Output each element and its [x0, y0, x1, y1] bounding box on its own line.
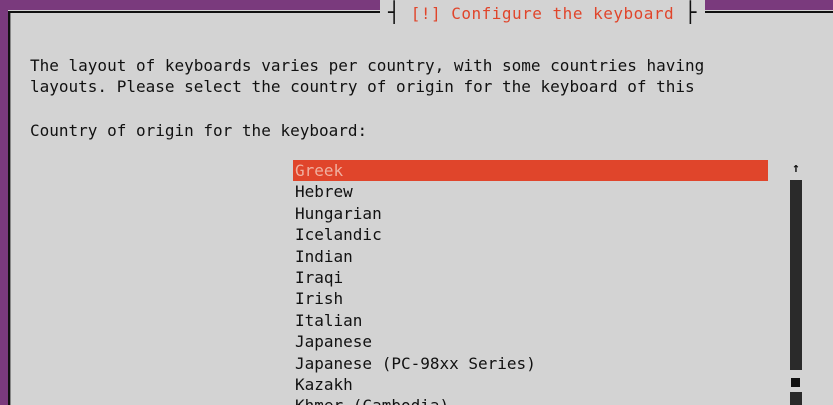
country-option[interactable]: Icelandic [293, 224, 768, 245]
country-list[interactable]: Greek Hebrew Hungarian Icelandic Indian Iraqi… [293, 160, 768, 405]
country-option[interactable]: Italian [293, 310, 768, 331]
country-option[interactable]: Greek [293, 160, 768, 182]
country-option[interactable]: Kazakh [293, 374, 768, 395]
country-option[interactable]: Iraqi [293, 267, 768, 288]
scrollbar-thumb[interactable] [791, 378, 800, 387]
scrollbar-gap [790, 370, 802, 378]
scroll-up-arrow-icon[interactable]: ↑ [791, 162, 801, 176]
title-left-bracket: ┤ [388, 0, 401, 24]
installer-screen: ┤ [!] Configure the keyboard ├ The layou… [0, 0, 833, 405]
country-option[interactable]: Japanese (PC-98xx Series) [293, 353, 768, 374]
description-line-1: The layout of keyboards varies per count… [30, 56, 705, 75]
country-prompt: Country of origin for the keyboard: [30, 121, 368, 140]
title-right-bracket: ├ [684, 0, 697, 24]
dialog-title-bar: ┤ [!] Configure the keyboard ├ [380, 0, 705, 24]
scrollbar-track[interactable] [790, 180, 802, 370]
country-option[interactable]: Irish [293, 288, 768, 309]
scrollbar-track-lower[interactable] [790, 392, 802, 405]
country-option[interactable]: Indian [293, 246, 768, 267]
description-line-2: layouts. Please select the country of or… [30, 77, 695, 96]
country-option[interactable]: Khmer (Cambodia) [293, 395, 768, 405]
dialog-title: [!] Configure the keyboard [410, 4, 675, 23]
country-option[interactable]: Hebrew [293, 181, 768, 202]
dialog-description: The layout of keyboards varies per count… [30, 55, 704, 97]
country-option[interactable]: Hungarian [293, 203, 768, 224]
dialog-border-left-inner [10, 13, 11, 405]
country-option[interactable]: Japanese [293, 331, 768, 352]
